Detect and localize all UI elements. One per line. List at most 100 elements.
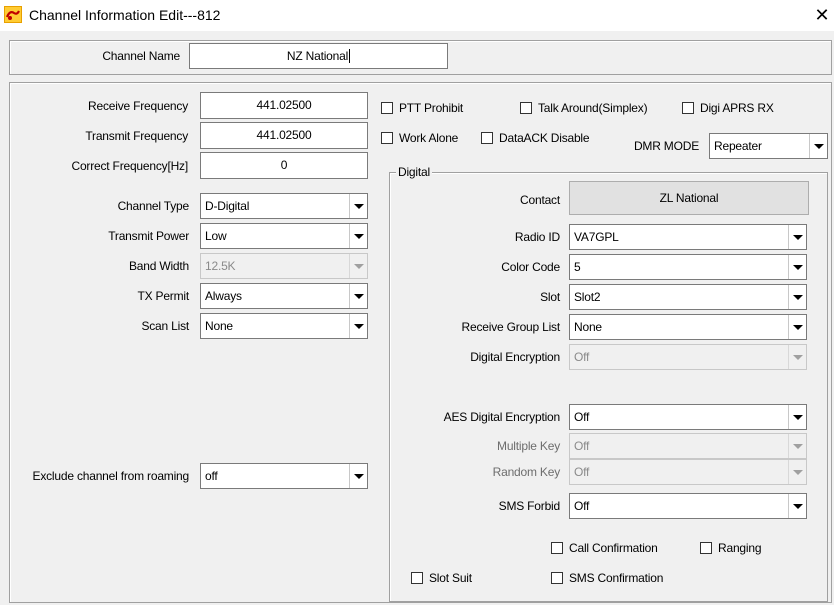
random-key-label: Random Key [492, 465, 561, 479]
chevron-down-icon [788, 405, 806, 429]
digital-encryption-value: Off [574, 350, 590, 364]
dmr-mode-select[interactable]: Repeater [709, 133, 828, 159]
channel-type-select[interactable]: D-Digital [200, 193, 368, 219]
receive-frequency-label: Receive Frequency [88, 99, 188, 113]
dmr-mode-label: DMR MODE [633, 139, 699, 153]
multiple-key-value: Off [574, 439, 590, 453]
receive-frequency-input[interactable]: 441.02500 [200, 92, 368, 119]
ptt-prohibit-label: PTT Prohibit [399, 101, 464, 115]
chevron-down-icon [809, 134, 827, 158]
chevron-down-icon [349, 464, 367, 488]
band-width-label: Band Width [128, 259, 189, 273]
sms-forbid-label: SMS Forbid [498, 499, 561, 513]
checkbox-box [551, 572, 563, 584]
chevron-down-icon [788, 434, 806, 458]
title-bar: Channel Information Edit---812 ✕ [0, 0, 834, 31]
sms-forbid-value: Off [574, 499, 590, 513]
tx-permit-label: TX Permit [137, 289, 189, 303]
channel-name-label: Channel Name [102, 49, 180, 63]
transmit-power-label: Transmit Power [108, 229, 189, 243]
digital-group-title: Digital [396, 165, 432, 179]
sms-confirmation-label: SMS Confirmation [569, 571, 664, 585]
slot-suit-label: Slot Suit [429, 571, 472, 585]
ranging-checkbox[interactable]: Ranging [700, 541, 762, 555]
talk-around-checkbox[interactable]: Talk Around(Simplex) [520, 101, 648, 115]
receive-group-list-select[interactable]: None [569, 314, 807, 340]
scan-list-select[interactable]: None [200, 313, 368, 339]
scan-list-value: None [205, 319, 233, 333]
checkbox-box [520, 102, 532, 114]
correct-frequency-input[interactable]: 0 [200, 152, 368, 179]
slot-value: Slot2 [574, 290, 601, 304]
checkbox-box [682, 102, 694, 114]
ranging-label: Ranging [718, 541, 762, 555]
app-icon [4, 6, 22, 23]
multiple-key-select: Off [569, 433, 807, 459]
sms-confirmation-checkbox[interactable]: SMS Confirmation [551, 571, 663, 585]
checkbox-box [551, 542, 563, 554]
tx-permit-select[interactable]: Always [200, 283, 368, 309]
radio-id-value: VA7GPL [574, 230, 619, 244]
checkbox-box [411, 572, 423, 584]
random-key-value: Off [574, 465, 590, 479]
chevron-down-icon [788, 345, 806, 369]
channel-name-input[interactable]: NZ National [189, 43, 448, 69]
work-alone-checkbox[interactable]: Work Alone [381, 131, 458, 145]
chevron-down-icon [349, 224, 367, 248]
window-title: Channel Information Edit---812 [29, 7, 221, 23]
scan-list-label: Scan List [141, 319, 189, 333]
ptt-prohibit-checkbox[interactable]: PTT Prohibit [381, 101, 463, 115]
call-confirmation-checkbox[interactable]: Call Confirmation [551, 541, 658, 555]
contact-label: Contact [520, 193, 560, 207]
color-code-label: Color Code [501, 260, 560, 274]
dataack-disable-checkbox[interactable]: DataACK Disable [481, 131, 590, 145]
aes-encryption-value: Off [574, 410, 590, 424]
checkbox-box [381, 132, 393, 144]
chevron-down-icon [788, 285, 806, 309]
talk-around-label: Talk Around(Simplex) [538, 101, 648, 115]
call-confirmation-label: Call Confirmation [569, 541, 658, 555]
channel-name-value: NZ National [286, 49, 349, 63]
chevron-down-icon [349, 284, 367, 308]
exclude-roaming-value: off [205, 469, 218, 483]
aes-encryption-select[interactable]: Off [569, 404, 807, 430]
transmit-power-value: Low [205, 229, 227, 243]
chevron-down-icon [788, 315, 806, 339]
chevron-down-icon [349, 194, 367, 218]
checkbox-box [481, 132, 493, 144]
work-alone-label: Work Alone [399, 131, 459, 145]
chevron-down-icon [788, 225, 806, 249]
dataack-disable-label: DataACK Disable [499, 131, 590, 145]
transmit-frequency-label: Transmit Frequency [85, 129, 188, 143]
slot-label: Slot [540, 290, 560, 304]
channel-type-label: Channel Type [117, 199, 190, 213]
digital-encryption-select: Off [569, 344, 807, 370]
slot-suit-checkbox[interactable]: Slot Suit [411, 571, 472, 585]
band-width-value: 12.5K [205, 259, 236, 273]
close-icon[interactable]: ✕ [812, 5, 832, 25]
slot-select[interactable]: Slot2 [569, 284, 807, 310]
exclude-roaming-label: Exclude channel from roaming [32, 469, 190, 483]
color-code-select[interactable]: 5 [569, 254, 807, 280]
exclude-roaming-select[interactable]: off [200, 463, 368, 489]
aes-encryption-label: AES Digital Encryption [443, 410, 561, 424]
checkbox-box [381, 102, 393, 114]
digi-aprs-rx-checkbox[interactable]: Digi APRS RX [682, 101, 774, 115]
radio-id-select[interactable]: VA7GPL [569, 224, 807, 250]
multiple-key-label: Multiple Key [497, 439, 560, 453]
chevron-down-icon [788, 460, 806, 484]
sms-forbid-select[interactable]: Off [569, 493, 807, 519]
chevron-down-icon [788, 494, 806, 518]
digital-encryption-label: Digital Encryption [470, 350, 560, 364]
color-code-value: 5 [574, 260, 581, 274]
transmit-frequency-input[interactable]: 441.02500 [200, 122, 368, 149]
radio-id-label: Radio ID [514, 230, 560, 244]
transmit-power-select[interactable]: Low [200, 223, 368, 249]
chevron-down-icon [349, 254, 367, 278]
chevron-down-icon [788, 255, 806, 279]
contact-button[interactable]: ZL National [569, 181, 809, 215]
channel-type-value: D-Digital [205, 199, 250, 213]
receive-group-list-value: None [574, 320, 602, 334]
receive-group-list-label: Receive Group List [461, 320, 561, 334]
dmr-mode-value: Repeater [714, 139, 762, 153]
